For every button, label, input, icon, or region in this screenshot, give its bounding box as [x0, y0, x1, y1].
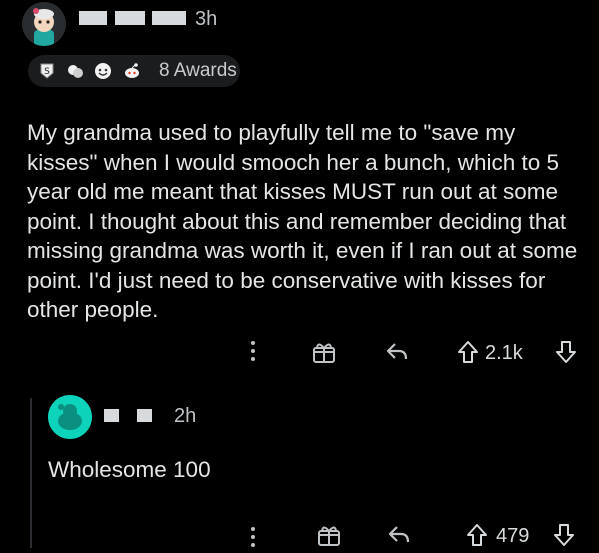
thread-line[interactable] [30, 398, 32, 548]
redacted-username [79, 11, 107, 25]
reply-icon[interactable] [385, 341, 409, 363]
redacted-username [104, 409, 119, 422]
wholesome-award-icon [95, 63, 111, 79]
downvote-icon[interactable] [555, 340, 577, 364]
downvote-icon[interactable] [553, 523, 575, 547]
awards-count: 8 Awards [159, 60, 237, 81]
hug-award-icon [68, 65, 83, 78]
snoo-avatar-icon [48, 395, 92, 439]
reply-icon[interactable] [387, 524, 411, 546]
reply-avatar[interactable] [48, 395, 92, 439]
comment-score: 2.1k [485, 342, 523, 364]
svg-text:S: S [44, 67, 50, 77]
snoo-award-icon [125, 63, 139, 78]
silver-award-icon: S [40, 63, 54, 79]
comment-timestamp: 3h [195, 8, 218, 30]
reply-body: Wholesome 100 [48, 457, 211, 482]
upvote-icon[interactable] [457, 340, 479, 364]
commenter-avatar[interactable] [22, 2, 66, 46]
give-award-icon[interactable] [317, 523, 341, 547]
comment-body: My grandma used to playfully tell me to … [27, 120, 578, 322]
snoo-avatar-icon [22, 2, 66, 46]
more-options-icon[interactable] [250, 340, 256, 367]
upvote-icon[interactable] [466, 523, 488, 547]
redacted-username [137, 409, 152, 422]
reply-timestamp: 2h [174, 405, 197, 427]
redacted-username [152, 11, 186, 25]
redacted-username [115, 11, 145, 25]
more-options-icon[interactable] [250, 526, 256, 553]
give-award-icon[interactable] [312, 340, 336, 364]
reply-score: 479 [496, 525, 530, 547]
